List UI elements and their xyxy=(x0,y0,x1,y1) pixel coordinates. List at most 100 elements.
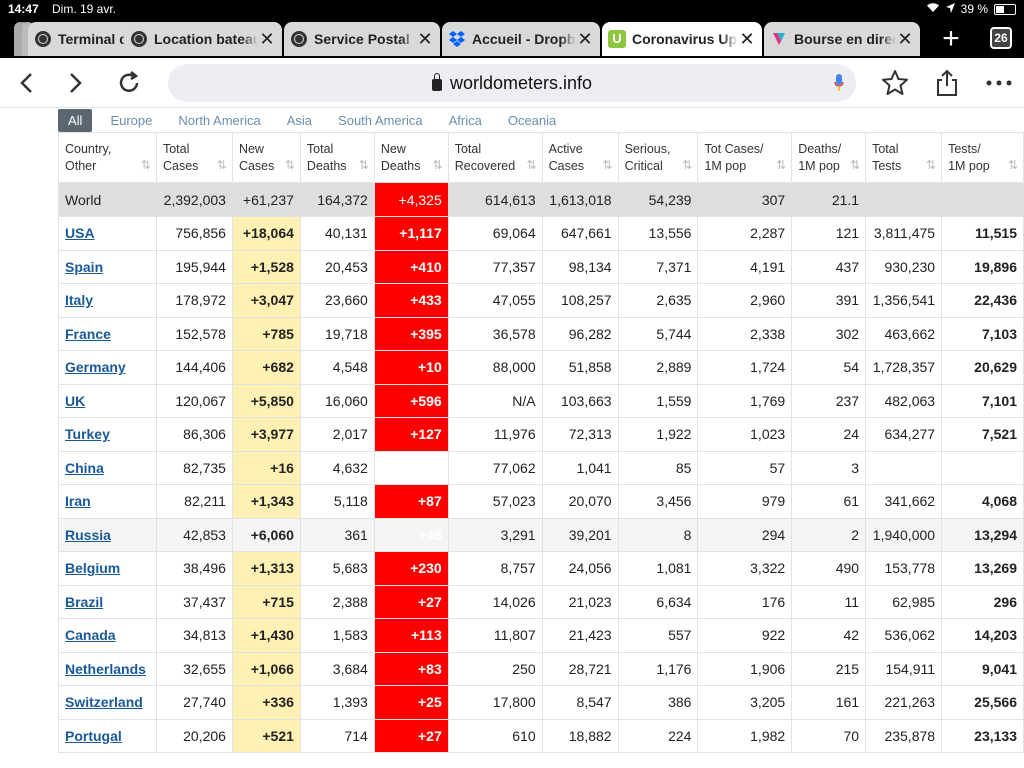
total-cases-cell: 82,211 xyxy=(155,484,233,519)
total-cases-column-header[interactable]: Total Cases ⇅ xyxy=(155,132,233,183)
region-tab-south-america[interactable]: South America xyxy=(338,113,423,128)
sort-icon[interactable]: ⇅ xyxy=(359,157,369,174)
country-cell[interactable]: Russia xyxy=(58,517,157,552)
sort-icon[interactable]: ⇅ xyxy=(850,157,860,174)
total-recovered-cell: 36,578 xyxy=(447,316,543,351)
tests-per-million-cell: 23,133 xyxy=(941,718,1024,753)
back-button[interactable] xyxy=(10,66,44,100)
deaths-per-million-cell: 61 xyxy=(791,484,867,519)
country-cell[interactable]: Switzerland xyxy=(58,685,157,720)
country-cell[interactable]: France xyxy=(58,316,157,351)
sort-icon[interactable]: ⇅ xyxy=(1008,157,1018,174)
deaths-per-million-column-header[interactable]: Deaths/ 1M pop ⇅ xyxy=(791,132,867,183)
country-cell[interactable]: Iran xyxy=(58,484,157,519)
region-tab-all[interactable]: All xyxy=(58,108,93,132)
cases-per-million-column-header[interactable]: Tot Cases/ 1M pop ⇅ xyxy=(697,132,793,183)
region-tab-oceania[interactable]: Oceania xyxy=(508,113,556,128)
microphone-icon[interactable] xyxy=(834,74,844,92)
country-cell[interactable]: China xyxy=(58,450,157,485)
total-deaths-cell: 4,548 xyxy=(299,350,375,385)
forward-button[interactable] xyxy=(58,66,92,100)
table-row: Russia 42,853 +6,060 361 +48 3,291 39,201 8 294 2… xyxy=(58,517,1024,552)
serious-critical-cell: 6,634 xyxy=(617,584,699,619)
tab-terminal[interactable]: Terminal de xyxy=(28,22,138,56)
close-icon[interactable]: ✕ xyxy=(258,29,276,50)
tab-count-button[interactable]: 26 xyxy=(990,27,1012,49)
region-tab-north-america[interactable]: North America xyxy=(178,113,260,128)
cases-per-million-cell: 176 xyxy=(697,584,793,619)
sort-icon[interactable]: ⇅ xyxy=(141,157,151,174)
new-deaths-column-header[interactable]: New Deaths ⇅ xyxy=(373,132,449,183)
active-cases-cell: 39,201 xyxy=(541,517,619,552)
serious-critical-cell: 1,176 xyxy=(617,651,699,686)
active-cases-cell: 8,547 xyxy=(541,685,619,720)
close-icon[interactable]: ✕ xyxy=(896,29,914,50)
tab-service-postal[interactable]: Service Postal ✕ xyxy=(284,22,440,56)
tab-dropbox[interactable]: Accueil - Dropbox ✕ xyxy=(442,22,600,56)
new-deaths-cell: +25 xyxy=(373,685,449,720)
tab-coronavirus-update[interactable]: U Coronavirus Update ✕ xyxy=(602,22,762,56)
sort-icon[interactable]: ⇅ xyxy=(217,157,227,174)
sort-icon[interactable]: ⇅ xyxy=(527,157,537,174)
cases-per-million-cell: 2,287 xyxy=(697,216,793,251)
new-cases-column-header[interactable]: New Cases ⇅ xyxy=(231,132,301,183)
address-bar[interactable]: worldometers.info xyxy=(168,64,856,102)
tests-per-million-cell xyxy=(941,450,1024,485)
serious-critical-cell: 54,239 xyxy=(617,182,699,217)
country-cell[interactable]: Belgium xyxy=(58,551,157,586)
region-tab-europe[interactable]: Europe xyxy=(110,113,152,128)
column-label: New Cases xyxy=(238,141,275,173)
total-recovered-column-header[interactable]: Total Recovered ⇅ xyxy=(447,132,543,183)
new-tab-button[interactable]: + xyxy=(936,24,966,54)
country-cell[interactable]: Italy xyxy=(58,283,157,318)
bookmark-star-button[interactable] xyxy=(880,68,910,98)
tab-bourse[interactable]: Bourse en direct ✕ xyxy=(764,22,920,56)
country-cell[interactable]: Turkey xyxy=(58,417,157,452)
reload-button[interactable] xyxy=(112,66,146,100)
sort-icon[interactable]: ⇅ xyxy=(603,157,613,174)
total-deaths-column-header[interactable]: Total Deaths ⇅ xyxy=(299,132,375,183)
country-cell[interactable]: Canada xyxy=(58,618,157,653)
region-tab-africa[interactable]: Africa xyxy=(449,113,482,128)
share-button[interactable] xyxy=(932,68,962,98)
new-deaths-cell: +27 xyxy=(373,718,449,753)
table-row: UK 120,067 +5,850 16,060 +596 N/A 103,663 1,559… xyxy=(58,383,1024,418)
wifi-icon xyxy=(926,2,940,16)
deaths-per-million-cell: 437 xyxy=(791,249,867,284)
battery-percent: 39 % xyxy=(960,2,988,16)
close-icon[interactable]: ✕ xyxy=(576,29,594,50)
table-row: Switzerland 27,740 +336 1,393 +25 17,800 8,547… xyxy=(58,685,1024,720)
country-cell[interactable]: Portugal xyxy=(58,718,157,753)
region-tab-asia[interactable]: Asia xyxy=(287,113,312,128)
tests-per-million-cell: 9,041 xyxy=(941,651,1024,686)
cases-per-million-cell: 3,322 xyxy=(697,551,793,586)
active-cases-cell: 72,313 xyxy=(541,417,619,452)
close-icon[interactable]: ✕ xyxy=(416,29,434,50)
total-tests-column-header[interactable]: Total Tests ⇅ xyxy=(865,132,943,183)
country-column-header[interactable]: Country, Other ⇅ xyxy=(58,132,157,183)
deaths-per-million-cell: 42 xyxy=(791,618,867,653)
country-cell[interactable]: Brazil xyxy=(58,584,157,619)
sort-icon[interactable]: ⇅ xyxy=(776,157,786,174)
more-options-button[interactable] xyxy=(984,68,1014,98)
sort-icon[interactable]: ⇅ xyxy=(926,157,936,174)
country-cell[interactable]: USA xyxy=(58,216,157,251)
tab-location-bateau[interactable]: Location bateau ✕ xyxy=(124,22,282,56)
close-icon[interactable]: ✕ xyxy=(738,29,756,50)
browser-toolbar: worldometers.info xyxy=(0,58,1024,108)
total-cases-cell: 34,813 xyxy=(155,618,233,653)
total-deaths-cell: 16,060 xyxy=(299,383,375,418)
country-cell[interactable]: Germany xyxy=(58,350,157,385)
sort-icon[interactable]: ⇅ xyxy=(433,157,443,174)
sort-icon[interactable]: ⇅ xyxy=(285,157,295,174)
tests-per-million-column-header[interactable]: Tests/ 1M pop ⇅ xyxy=(941,132,1024,183)
country-cell[interactable]: Spain xyxy=(58,249,157,284)
country-cell[interactable]: Netherlands xyxy=(58,651,157,686)
sort-icon[interactable]: ⇅ xyxy=(682,157,692,174)
active-cases-column-header[interactable]: Active Cases ⇅ xyxy=(541,132,619,183)
new-deaths-cell: +48 xyxy=(373,517,449,552)
total-recovered-cell: 610 xyxy=(447,718,543,753)
total-deaths-cell: 1,393 xyxy=(299,685,375,720)
country-cell[interactable]: UK xyxy=(58,383,157,418)
serious-critical-column-header[interactable]: Serious, Critical ⇅ xyxy=(617,132,699,183)
